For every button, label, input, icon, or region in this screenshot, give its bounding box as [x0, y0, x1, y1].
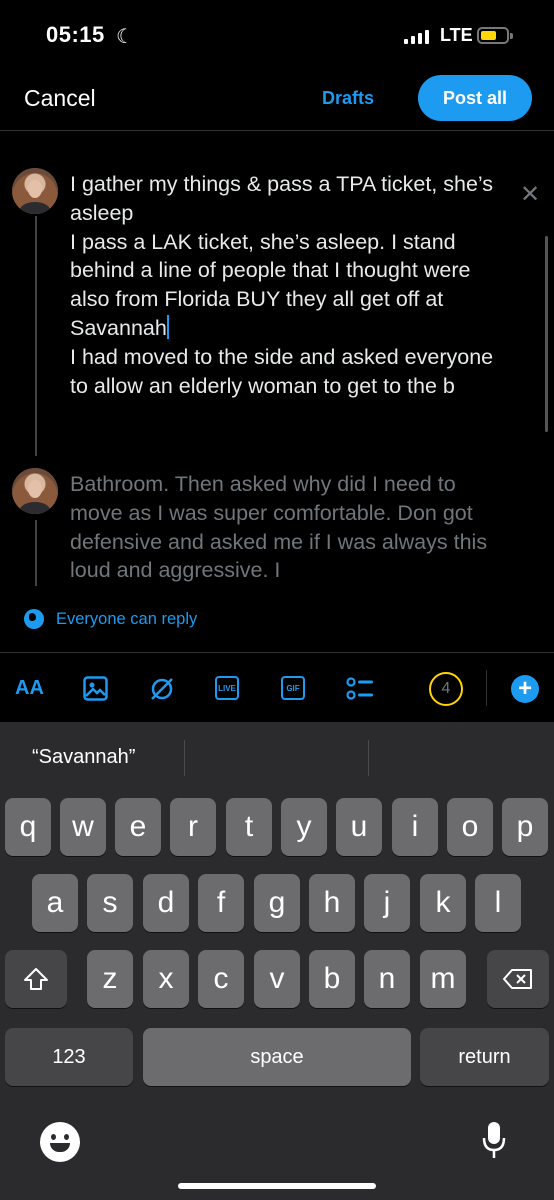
thread-connector: [35, 216, 37, 456]
keyboard: “Savannah” q w e r t y u i o p a s d f g…: [0, 722, 554, 1200]
numbers-key[interactable]: 123: [5, 1028, 133, 1086]
key-y[interactable]: y: [281, 798, 327, 856]
cancel-button[interactable]: Cancel: [24, 85, 96, 112]
signal-strength-icon: [404, 28, 429, 44]
key-m[interactable]: m: [420, 950, 466, 1008]
globe-icon: [24, 609, 44, 629]
live-label: LIVE: [215, 676, 239, 700]
key-l[interactable]: l: [475, 874, 521, 932]
focus-moon-icon: ☾: [116, 26, 134, 48]
home-indicator[interactable]: [178, 1183, 376, 1189]
add-post-button[interactable]: +: [511, 675, 539, 703]
key-n[interactable]: n: [364, 950, 410, 1008]
network-type: LTE: [440, 25, 473, 45]
key-u[interactable]: u: [336, 798, 382, 856]
key-q[interactable]: q: [5, 798, 51, 856]
key-p[interactable]: p: [502, 798, 548, 856]
text-cursor: [166, 314, 169, 339]
text-format-button[interactable]: AA: [15, 677, 44, 700]
delete-key[interactable]: [487, 950, 549, 1008]
key-i[interactable]: i: [392, 798, 438, 856]
status-time: 05:15: [46, 22, 105, 47]
suggestion-divider: [184, 740, 185, 776]
tweet-text: I gather my things & pass a TPA ticket, …: [70, 172, 494, 340]
gif-icon[interactable]: GIF: [281, 676, 305, 700]
backspace-icon: [503, 969, 532, 989]
text-format-label: AA: [15, 677, 44, 699]
key-o[interactable]: o: [447, 798, 493, 856]
emoji-icon[interactable]: [40, 1122, 80, 1162]
thread-count: 4: [429, 672, 463, 706]
battery-icon: [477, 27, 513, 44]
space-key[interactable]: space: [143, 1028, 411, 1086]
avatar[interactable]: [12, 468, 58, 514]
key-h[interactable]: h: [309, 874, 355, 932]
key-t[interactable]: t: [226, 798, 272, 856]
microphone-icon[interactable]: [482, 1120, 506, 1165]
close-icon[interactable]: ✕: [520, 180, 540, 209]
key-d[interactable]: d: [143, 874, 189, 932]
key-j[interactable]: j: [364, 874, 410, 932]
header-divider: [0, 130, 554, 131]
key-g[interactable]: g: [254, 874, 300, 932]
key-k[interactable]: k: [420, 874, 466, 932]
key-w[interactable]: w: [60, 798, 106, 856]
post-all-button[interactable]: Post all: [418, 75, 532, 121]
tweet-composer-2[interactable]: Bathroom. Then asked why did I need to m…: [70, 470, 520, 584]
key-v[interactable]: v: [254, 950, 300, 1008]
gif-label: GIF: [281, 676, 305, 700]
reply-setting-label: Everyone can reply: [56, 609, 198, 628]
suggestion-divider: [368, 740, 369, 776]
tweet-composer-1[interactable]: I gather my things & pass a TPA ticket, …: [70, 170, 510, 400]
live-icon[interactable]: LIVE: [215, 676, 239, 700]
drafts-button[interactable]: Drafts: [322, 88, 374, 109]
key-z[interactable]: z: [87, 950, 133, 1008]
image-icon[interactable]: [83, 676, 108, 706]
key-f[interactable]: f: [198, 874, 244, 932]
return-key[interactable]: return: [420, 1028, 549, 1086]
toolbar-divider: [0, 652, 554, 653]
reply-setting[interactable]: Everyone can reply: [24, 609, 197, 629]
tweet-text: Bathroom. Then asked why did I need to m…: [70, 472, 494, 583]
scrollbar[interactable]: [545, 236, 548, 432]
poll-icon[interactable]: [346, 676, 374, 707]
shift-key[interactable]: [5, 950, 67, 1008]
key-r[interactable]: r: [170, 798, 216, 856]
avatar[interactable]: [12, 168, 58, 214]
key-a[interactable]: a: [32, 874, 78, 932]
shift-icon: [24, 968, 48, 990]
key-s[interactable]: s: [87, 874, 133, 932]
thread-connector: [35, 520, 37, 586]
key-x[interactable]: x: [143, 950, 189, 1008]
key-c[interactable]: c: [198, 950, 244, 1008]
autocomplete-suggestion[interactable]: “Savannah”: [32, 746, 135, 769]
key-e[interactable]: e: [115, 798, 161, 856]
key-b[interactable]: b: [309, 950, 355, 1008]
tweet-text-continued: I had moved to the side and asked everyo…: [70, 344, 494, 398]
toolbar-separator: [486, 670, 487, 706]
grok-icon[interactable]: [148, 675, 176, 708]
